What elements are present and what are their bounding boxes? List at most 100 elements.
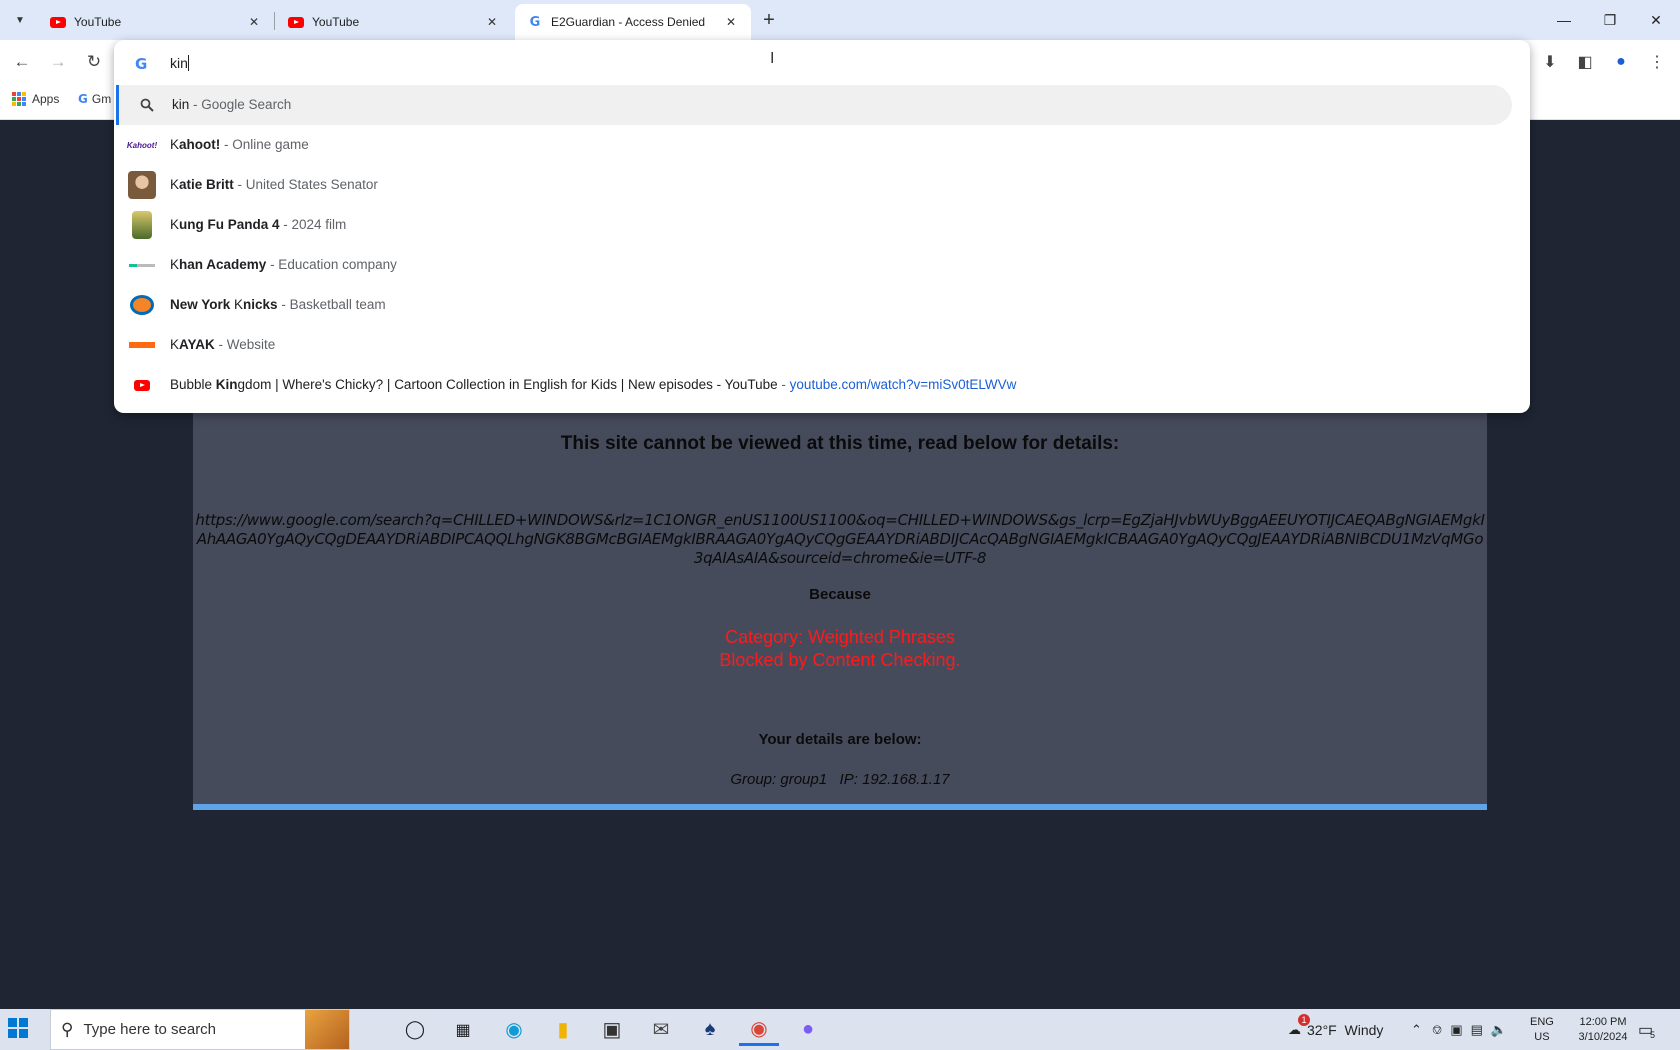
- side-panel-button[interactable]: ◧: [1572, 49, 1598, 75]
- task-view-icon: ▦: [455, 1021, 471, 1039]
- weather-widget[interactable]: ☁ 1 32°F Windy: [1288, 1009, 1383, 1050]
- search-icon: [133, 91, 161, 119]
- bookmark-label: Apps: [32, 92, 60, 106]
- close-window-button[interactable]: ✕: [1633, 0, 1679, 40]
- suggestion-kahoot[interactable]: Kahoot! Kahoot! - Online game: [114, 125, 1530, 165]
- back-button[interactable]: ←: [9, 49, 35, 75]
- notification-count: 5: [1650, 1029, 1656, 1040]
- sync-icon: ⎊: [1431, 1021, 1443, 1037]
- tab-access-denied[interactable]: G E2Guardian - Access Denied ✕: [515, 4, 751, 40]
- edge-icon: ◉: [505, 1019, 523, 1041]
- suggestion-text: Bubble Kingdom | Where's Chicky? | Carto…: [170, 377, 1017, 392]
- user-details: Group: group1 IP: 192.168.1.17: [730, 771, 950, 788]
- tab-strip: ▼ YouTube ✕ YouTube ✕ G E2Guardian - Acc…: [0, 0, 1680, 40]
- tab-title: E2Guardian - Access Denied: [551, 15, 706, 29]
- suggestion-katie-britt[interactable]: Katie Britt - United States Senator: [114, 165, 1530, 205]
- folder-icon: ▮: [557, 1019, 569, 1041]
- tab-youtube-1[interactable]: YouTube ✕: [38, 4, 274, 40]
- profile-button[interactable]: ●: [1608, 49, 1634, 75]
- address-input[interactable]: kin: [170, 55, 189, 71]
- close-icon[interactable]: ✕: [723, 14, 739, 30]
- maps-app[interactable]: ●: [788, 1013, 828, 1046]
- chevron-down-icon: ▼: [15, 14, 25, 26]
- tray-icons[interactable]: ⌃ ⎊ ▣ ▤ 🔈: [1411, 1009, 1507, 1050]
- details-heading: Your details are below:: [758, 731, 922, 748]
- tab-youtube-2[interactable]: YouTube ✕: [276, 4, 512, 40]
- google-icon: G: [78, 92, 88, 106]
- notification-center-button[interactable]: ▭ 5: [1638, 1009, 1656, 1050]
- notification-icon: ▭ 5: [1638, 1021, 1656, 1040]
- omnibox-dropdown: G kin I kin - Google Search Kahoot! Kaho…: [114, 40, 1530, 413]
- suggestion-bubble-kingdom[interactable]: Bubble Kingdom | Where's Chicky? | Carto…: [114, 365, 1530, 405]
- taskbar-search-placeholder: Type here to search: [83, 1021, 217, 1038]
- kayak-logo: [128, 331, 156, 359]
- minimize-button[interactable]: —: [1541, 0, 1587, 40]
- movie-thumbnail: [128, 211, 156, 239]
- clock[interactable]: 12:00 PM 3/10/2024: [1568, 1009, 1638, 1050]
- text-caret: [187, 55, 189, 71]
- taskbar-search[interactable]: ⚲ Type here to search: [50, 1009, 350, 1050]
- menu-button[interactable]: ⋮: [1644, 49, 1670, 75]
- language-code: ENG: [1530, 1015, 1554, 1028]
- suggestion-google-search[interactable]: kin - Google Search: [116, 85, 1512, 125]
- weather-text: 32°F Windy: [1307, 1021, 1384, 1038]
- new-tab-button[interactable]: +: [757, 8, 781, 32]
- restore-button[interactable]: ❐: [1587, 0, 1633, 40]
- block-reason: Category: Weighted Phrases Blocked by Co…: [193, 626, 1487, 672]
- chrome-app[interactable]: ◉: [739, 1013, 779, 1046]
- store-app[interactable]: ▣: [592, 1013, 632, 1046]
- suggestion-text: Khan Academy - Education company: [170, 257, 397, 272]
- camera-icon: ▣: [1450, 1021, 1463, 1037]
- close-icon[interactable]: ✕: [484, 14, 500, 30]
- page-heading: This site cannot be viewed at this time,…: [560, 433, 1120, 454]
- youtube-icon: [50, 14, 66, 30]
- cortana-button[interactable]: ◯: [395, 1013, 435, 1046]
- forward-button[interactable]: →: [45, 49, 71, 75]
- more-vert-icon: ⋮: [1649, 54, 1665, 71]
- blocked-url: https://www.google.com/search?q=CHILLED+…: [195, 511, 1485, 567]
- close-icon: ✕: [1650, 11, 1662, 28]
- tab-title: YouTube: [74, 15, 122, 29]
- google-icon: G: [135, 55, 148, 73]
- start-button[interactable]: [8, 1018, 32, 1042]
- suggestion-kung-fu-panda[interactable]: Kung Fu Panda 4 - 2024 film: [114, 205, 1530, 245]
- tab-search-button[interactable]: ▼: [8, 8, 32, 32]
- youtube-icon: [288, 14, 304, 30]
- clock-date: 3/10/2024: [1578, 1030, 1628, 1043]
- bookmark-label: Gm: [91, 92, 112, 106]
- bookmark-gmail[interactable]: G Gm: [78, 92, 111, 106]
- chevron-up-icon: ⌃: [1411, 1021, 1422, 1037]
- weather-icon: ☁ 1: [1288, 1013, 1310, 1038]
- suggestion-khan-academy[interactable]: Khan Academy - Education company: [114, 245, 1530, 285]
- plus-icon: +: [763, 8, 775, 31]
- suggestion-text: kin - Google Search: [172, 97, 292, 112]
- reload-button[interactable]: ↻: [81, 49, 107, 75]
- mail-app[interactable]: ✉: [641, 1013, 681, 1046]
- bookmark-apps[interactable]: Apps: [12, 92, 59, 106]
- suggestion-kayak[interactable]: KAYAK - Website: [114, 325, 1530, 365]
- file-explorer-app[interactable]: ▮: [543, 1013, 583, 1046]
- close-icon[interactable]: ✕: [246, 14, 262, 30]
- youtube-icon: [128, 371, 156, 399]
- kahoot-logo: Kahoot!: [126, 140, 158, 150]
- search-icon: ⚲: [61, 1019, 74, 1039]
- side-panel-icon: ◧: [1577, 54, 1593, 71]
- apps-grid-icon: [12, 92, 26, 106]
- block-category: Category: Weighted Phrases: [725, 627, 955, 647]
- windows-icon: [8, 1018, 28, 1038]
- chrome-icon: ◉: [750, 1017, 768, 1040]
- edge-app[interactable]: ◉: [494, 1013, 534, 1046]
- solitaire-app[interactable]: ♠: [690, 1013, 730, 1046]
- khan-academy-logo: [128, 251, 156, 279]
- taskbar: ⚲ Type here to search ◯ ▦ ◉ ▮ ▣ ✉ ♠ ◉ ● …: [0, 1009, 1680, 1050]
- language-indicator[interactable]: ENG US: [1530, 1009, 1554, 1050]
- suggestion-knicks[interactable]: New York Knicks - Basketball team: [114, 285, 1530, 325]
- arrow-right-icon: →: [49, 52, 67, 71]
- network-icon: ▤: [1470, 1021, 1483, 1037]
- store-icon: ▣: [602, 1019, 622, 1041]
- task-view-button[interactable]: ▦: [443, 1013, 483, 1046]
- circle-icon: ◯: [404, 1019, 426, 1039]
- address-bar[interactable]: G kin I: [114, 40, 1530, 86]
- suggestion-text: KAYAK - Website: [170, 337, 276, 352]
- downloads-button[interactable]: ⬇: [1537, 49, 1563, 75]
